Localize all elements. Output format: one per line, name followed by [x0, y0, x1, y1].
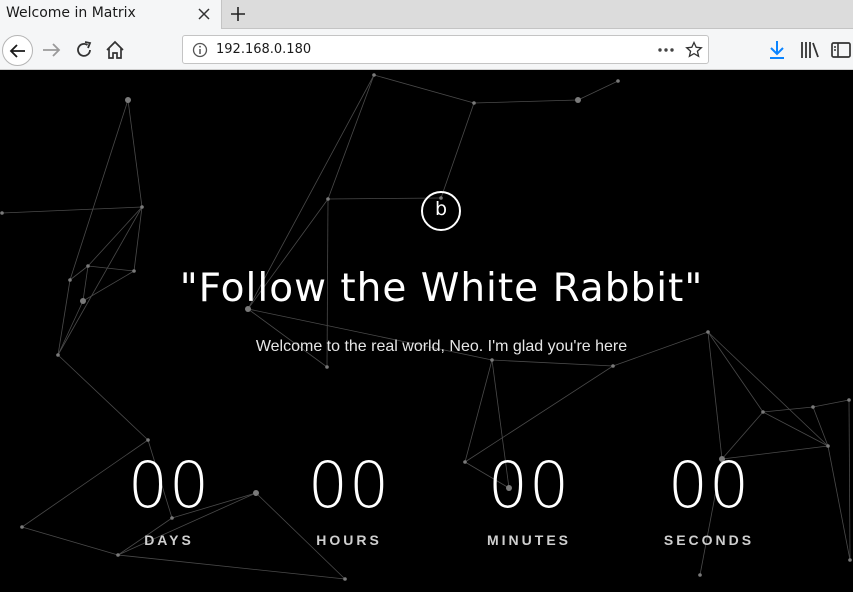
home-icon[interactable]	[103, 38, 127, 62]
tab-strip: Welcome in Matrix	[0, 0, 853, 29]
network-line	[57, 354, 149, 441]
countdown-seconds-value: 00	[667, 449, 751, 522]
navigation-toolbar: 192.168.0.180	[0, 29, 853, 70]
network-line	[473, 99, 579, 104]
network-node	[125, 97, 131, 103]
more-dots-icon[interactable]	[657, 43, 675, 57]
network-line	[762, 411, 829, 447]
countdown-seconds: 00 SECONDS	[639, 448, 779, 548]
network-line	[127, 99, 143, 208]
countdown-hours: 00 HOURS	[279, 448, 419, 548]
countdown-minutes: 00 MINUTES	[459, 448, 599, 548]
network-node	[698, 573, 702, 577]
network-line	[827, 445, 851, 561]
network-node	[575, 97, 581, 103]
countdown-days: 00 DAYS	[99, 448, 239, 548]
download-icon[interactable]	[765, 38, 789, 62]
network-node	[20, 525, 24, 529]
countdown-days-value: 00	[127, 449, 211, 522]
countdown-days-label: DAYS	[144, 532, 194, 548]
network-node	[706, 330, 710, 334]
network-line	[577, 80, 619, 101]
network-node	[811, 405, 815, 409]
url-text[interactable]: 192.168.0.180	[216, 42, 311, 57]
network-node	[372, 73, 376, 77]
network-line	[133, 206, 143, 272]
network-node	[140, 205, 144, 209]
network-node	[0, 211, 4, 215]
network-line	[69, 99, 129, 281]
network-node	[146, 438, 150, 442]
tab-active[interactable]: Welcome in Matrix	[0, 0, 222, 29]
logo-letter: b	[434, 198, 448, 220]
reload-icon[interactable]	[72, 38, 96, 62]
countdown-minutes-value: 00	[487, 449, 571, 522]
network-line	[491, 359, 614, 367]
network-node	[116, 553, 120, 557]
countdown-minutes-label: MINUTES	[487, 532, 571, 548]
network-node	[472, 101, 476, 105]
star-icon[interactable]	[685, 41, 703, 59]
network-node	[253, 490, 259, 496]
network-line	[373, 74, 475, 104]
countdown-hours-value: 00	[307, 449, 391, 522]
network-line	[87, 206, 143, 267]
network-node	[490, 358, 494, 362]
network-node	[343, 577, 347, 581]
network-node	[616, 79, 620, 83]
network-node	[761, 410, 765, 414]
network-line	[117, 554, 346, 580]
countdown-seconds-label: SECONDS	[663, 532, 755, 548]
network-node	[325, 365, 329, 369]
url-bar[interactable]: 192.168.0.180	[182, 35, 709, 64]
tab-title: Welcome in Matrix	[6, 5, 136, 21]
page-subtitle: Welcome to the real world, Neo. I'm glad…	[255, 338, 628, 355]
info-icon[interactable]	[192, 42, 208, 58]
page-content: b "Follow the White Rabbit" Welcome to t…	[0, 70, 853, 592]
network-node	[847, 398, 851, 402]
plus-icon[interactable]	[229, 5, 247, 23]
network-node	[826, 444, 830, 448]
back-button[interactable]	[2, 35, 33, 66]
back-arrow-icon	[9, 44, 25, 58]
forward-arrow-icon[interactable]	[40, 38, 64, 62]
network-line	[812, 399, 850, 408]
network-node	[848, 558, 852, 562]
countdown-hours-label: HOURS	[316, 532, 382, 548]
library-icon[interactable]	[798, 38, 822, 62]
network-node	[611, 364, 615, 368]
close-icon[interactable]	[196, 6, 212, 22]
network-line	[848, 399, 851, 561]
network-node	[326, 197, 330, 201]
network-line	[812, 406, 829, 447]
network-line	[440, 102, 475, 199]
page-title: "Follow the White Rabbit"	[179, 266, 704, 311]
network-line	[327, 74, 375, 200]
sidebar-icon[interactable]	[829, 38, 853, 62]
logo: b	[421, 191, 461, 231]
network-line	[1, 206, 143, 214]
